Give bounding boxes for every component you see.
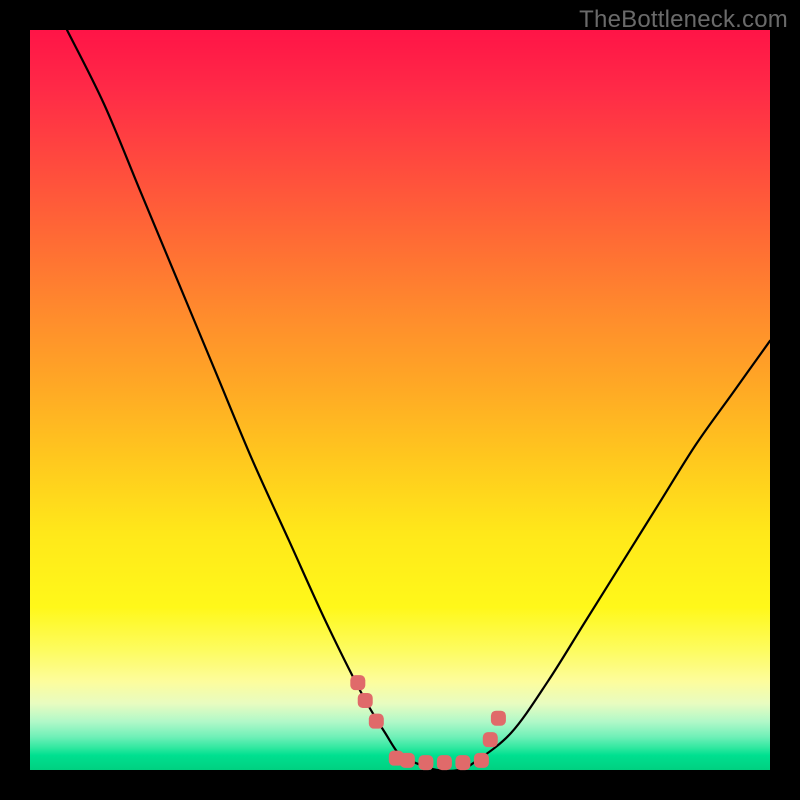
highlight-marker [483,732,498,747]
highlight-marker [474,753,489,768]
highlight-marker [418,755,433,770]
bottleneck-curve-line [67,30,770,771]
highlight-marker [369,714,384,729]
highlight-marker [437,755,452,770]
highlight-marker [400,753,415,768]
highlight-marker [350,675,365,690]
highlight-marker [491,711,506,726]
highlight-markers [350,675,506,770]
chart-svg [30,30,770,770]
highlight-marker [455,755,470,770]
highlight-marker [358,693,373,708]
